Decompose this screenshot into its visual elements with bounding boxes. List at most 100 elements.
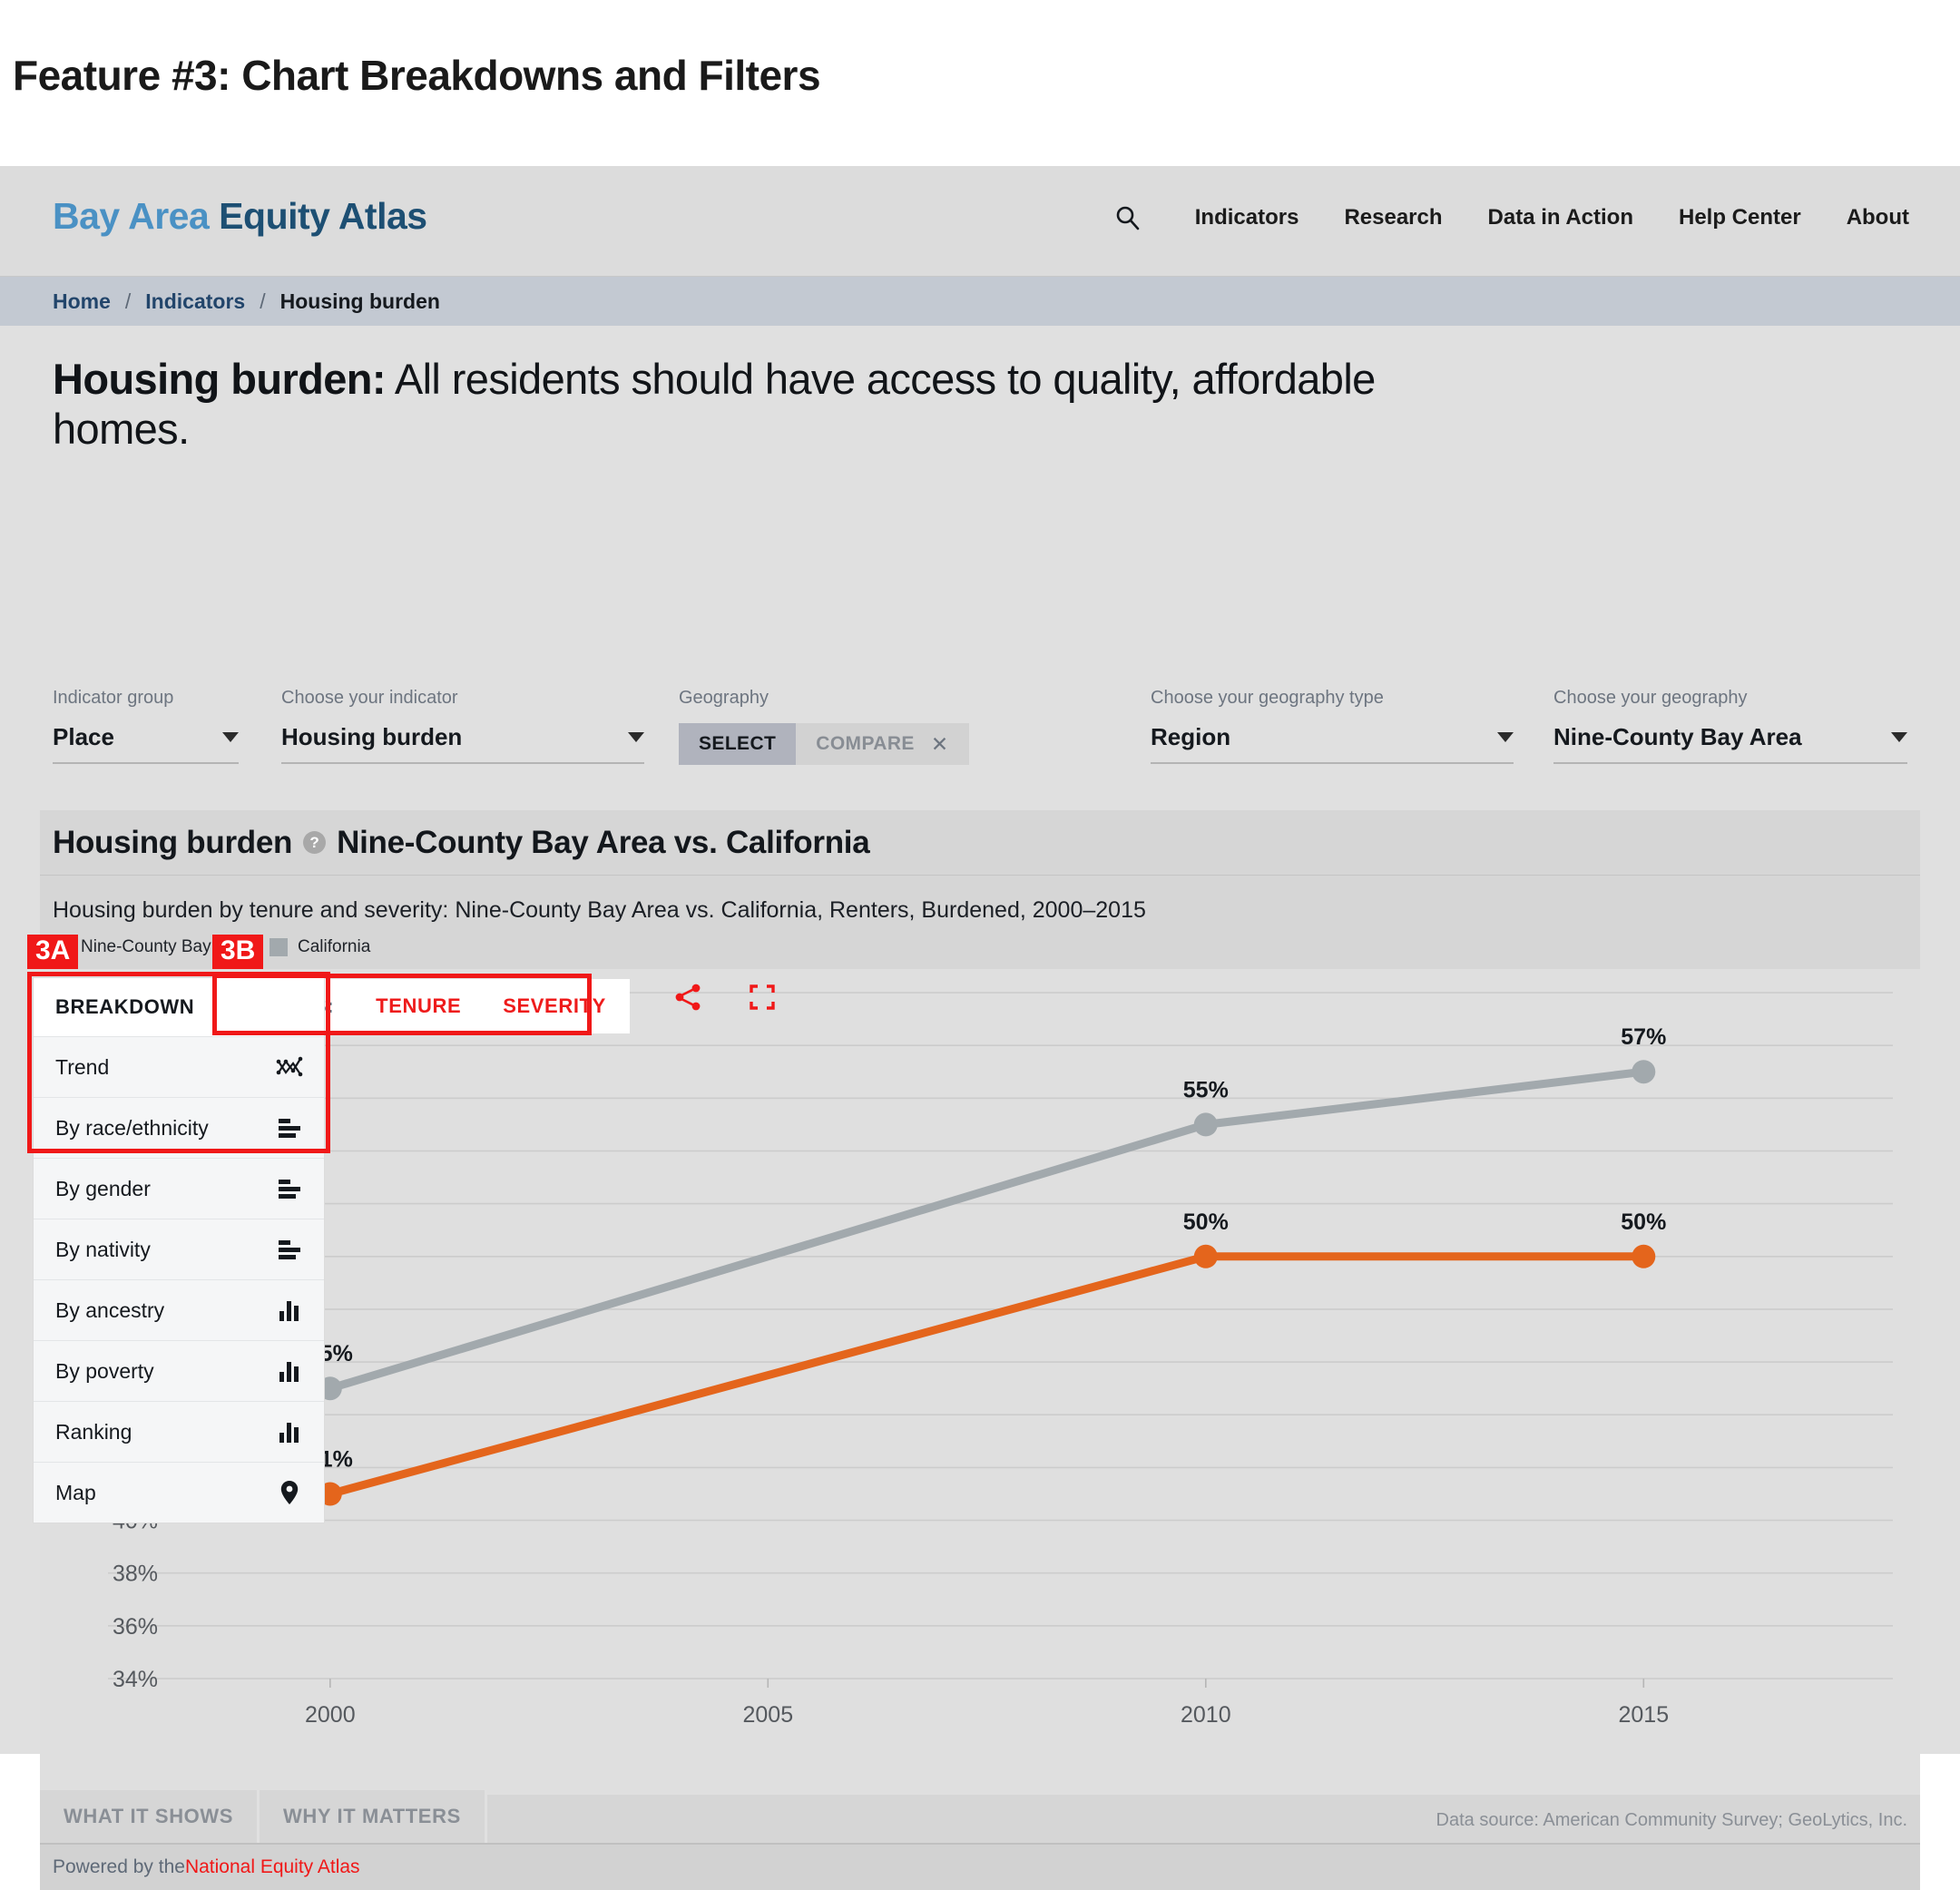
breakdown-header: BREAKDOWN (34, 978, 324, 1036)
geography-type-select[interactable]: Region (1151, 723, 1514, 764)
geography-value-control: Choose your geography Nine-County Bay Ar… (1553, 688, 1907, 764)
breadcrumb-item-indicators[interactable]: Indicators (145, 289, 245, 314)
chevron-down-icon (1891, 732, 1907, 742)
geography-value-label: Choose your geography (1553, 688, 1748, 708)
breakdown-item-label: Map (55, 1480, 96, 1504)
nav-item-indicators[interactable]: Indicators (1195, 205, 1299, 230)
indicator-select[interactable]: Housing burden (281, 723, 644, 764)
info-icon[interactable]: ? (303, 831, 327, 854)
geography-type-control: Choose your geography type Region (1151, 688, 1514, 764)
data-point[interactable] (1193, 1112, 1218, 1137)
indicator-heading-name: Housing burden: (53, 355, 387, 403)
geography-label: Geography (679, 688, 769, 708)
data-point-label: 57% (1621, 1024, 1666, 1050)
breadcrumb: Home / Indicators / Housing burden (0, 277, 1960, 326)
nav-item-help-center[interactable]: Help Center (1679, 205, 1801, 230)
indicator-group-control: Indicator group Place (53, 688, 239, 764)
breakdown-item-poverty[interactable]: By poverty (34, 1340, 324, 1401)
indicator-group-value: Place (53, 723, 114, 750)
brand-secondary: Equity Atlas (219, 195, 427, 237)
series-line-california[interactable] (326, 1067, 1648, 1393)
page-title: Feature #3: Chart Breakdowns and Filters (13, 52, 821, 99)
annotation-tag-3a: 3A (27, 935, 79, 969)
site-header: Bay Area Equity Atlas Indicators Researc… (0, 166, 1960, 277)
app-frame: Bay Area Equity Atlas Indicators Researc… (0, 166, 1960, 1890)
map-pin-icon (275, 1478, 304, 1507)
x-axis-tick-label: 2015 (1618, 1702, 1669, 1728)
filter-tenure[interactable]: TENURE (376, 994, 461, 1018)
data-point[interactable] (1632, 1060, 1656, 1084)
search-icon[interactable] (1113, 204, 1141, 231)
geography-value-value: Nine-County Bay Area (1553, 723, 1802, 750)
geography-mode-toggle: SELECT COMPARE ✕ (679, 723, 978, 765)
filter-severity[interactable]: SEVERITY (503, 994, 606, 1018)
data-point[interactable] (1632, 1244, 1656, 1268)
indicator-group-select[interactable]: Place (53, 723, 239, 764)
breakdown-item-label: By nativity (55, 1237, 151, 1261)
breakdown-item-gender[interactable]: By gender (34, 1158, 324, 1219)
y-axis-tick-label: 34% (113, 1667, 158, 1692)
chart-title-row: Housing burden ? Nine-County Bay Area vs… (40, 810, 1920, 876)
nav-item-research[interactable]: Research (1344, 205, 1442, 230)
tab-what-it-shows[interactable]: WHAT IT SHOWS (40, 1790, 260, 1843)
breakdown-item-label: Ranking (55, 1419, 132, 1444)
legend-item-california[interactable]: California (270, 937, 370, 957)
series-line-nine-county-bay-area[interactable] (326, 1252, 1648, 1498)
select-tab[interactable]: SELECT (679, 723, 797, 765)
compare-tab-label: COMPARE (816, 733, 915, 754)
close-icon[interactable]: ✕ (931, 732, 949, 757)
powered-by-prefix: Powered by the (53, 1856, 185, 1877)
breakdown-item-nativity[interactable]: By nativity (34, 1219, 324, 1279)
breakdown-item-label: By gender (55, 1176, 151, 1200)
horizontal-bars-icon (275, 1174, 304, 1203)
data-point-label: 50% (1183, 1209, 1229, 1235)
data-point-label: 50% (1621, 1209, 1666, 1235)
vertical-bars-icon (275, 1417, 304, 1446)
breadcrumb-separator: / (260, 289, 266, 313)
x-axis-tick-label: 2005 (742, 1702, 793, 1728)
breadcrumb-item-home[interactable]: Home (53, 289, 111, 314)
data-point[interactable] (1193, 1244, 1218, 1268)
indicator-group-label: Indicator group (53, 688, 174, 708)
trend-line-icon (275, 1053, 304, 1082)
brand-primary: Bay Area (53, 195, 210, 237)
y-axis-tick-label: 38% (113, 1562, 158, 1587)
breakdown-item-ranking[interactable]: Ranking (34, 1401, 324, 1462)
breakdown-panel: BREAKDOWN Trend By race/ethnicity By gen… (33, 977, 325, 1523)
geography-value-select[interactable]: Nine-County Bay Area (1553, 723, 1907, 764)
horizontal-bars-icon (275, 1113, 304, 1142)
data-point-label: 55% (1183, 1077, 1229, 1102)
legend-label-california: California (298, 937, 371, 956)
chart-title-geography: Nine-County Bay Area vs. California (337, 824, 870, 860)
breakdown-item-ancestry[interactable]: By ancestry (34, 1279, 324, 1340)
chart-title-indicator: Housing burden (53, 824, 293, 860)
share-icon[interactable] (673, 983, 702, 1012)
site-logo[interactable]: Bay Area Equity Atlas (53, 195, 427, 238)
tab-why-it-matters[interactable]: WHY IT MATTERS (260, 1790, 487, 1843)
powered-by-bar: Powered by the National Equity Atlas (40, 1843, 1920, 1890)
fullscreen-icon[interactable] (748, 983, 777, 1012)
geography-type-value: Region (1151, 723, 1231, 750)
nav-item-about[interactable]: About (1847, 205, 1909, 230)
indicator-control: Choose your indicator Housing burden (281, 688, 644, 764)
indicator-label: Choose your indicator (281, 688, 458, 708)
nav-item-data-in-action[interactable]: Data in Action (1488, 205, 1633, 230)
chevron-down-icon (1497, 732, 1514, 742)
breakdown-item-label: By race/ethnicity (55, 1115, 209, 1140)
vertical-bars-icon (275, 1296, 304, 1325)
breakdown-item-race-ethnicity[interactable]: By race/ethnicity (34, 1097, 324, 1158)
geography-mode-control: Geography SELECT COMPARE ✕ (679, 688, 978, 765)
breakdown-item-label: By ancestry (55, 1298, 165, 1322)
control-bar: Indicator group Place Choose your indica… (0, 688, 1960, 788)
chevron-down-icon (628, 732, 644, 742)
y-axis-tick-label: 36% (113, 1614, 158, 1640)
horizontal-bars-icon (275, 1235, 304, 1264)
x-axis-tick-label: 2000 (305, 1702, 356, 1728)
breadcrumb-item-current: Housing burden (279, 289, 440, 313)
breakdown-item-map[interactable]: Map (34, 1462, 324, 1523)
indicator-heading: Housing burden: All residents should hav… (53, 355, 1414, 454)
legend-swatch-california (270, 938, 288, 956)
compare-tab[interactable]: COMPARE ✕ (796, 723, 969, 765)
national-equity-atlas-link[interactable]: National Equity Atlas (185, 1856, 360, 1878)
breakdown-item-trend[interactable]: Trend (34, 1036, 324, 1097)
